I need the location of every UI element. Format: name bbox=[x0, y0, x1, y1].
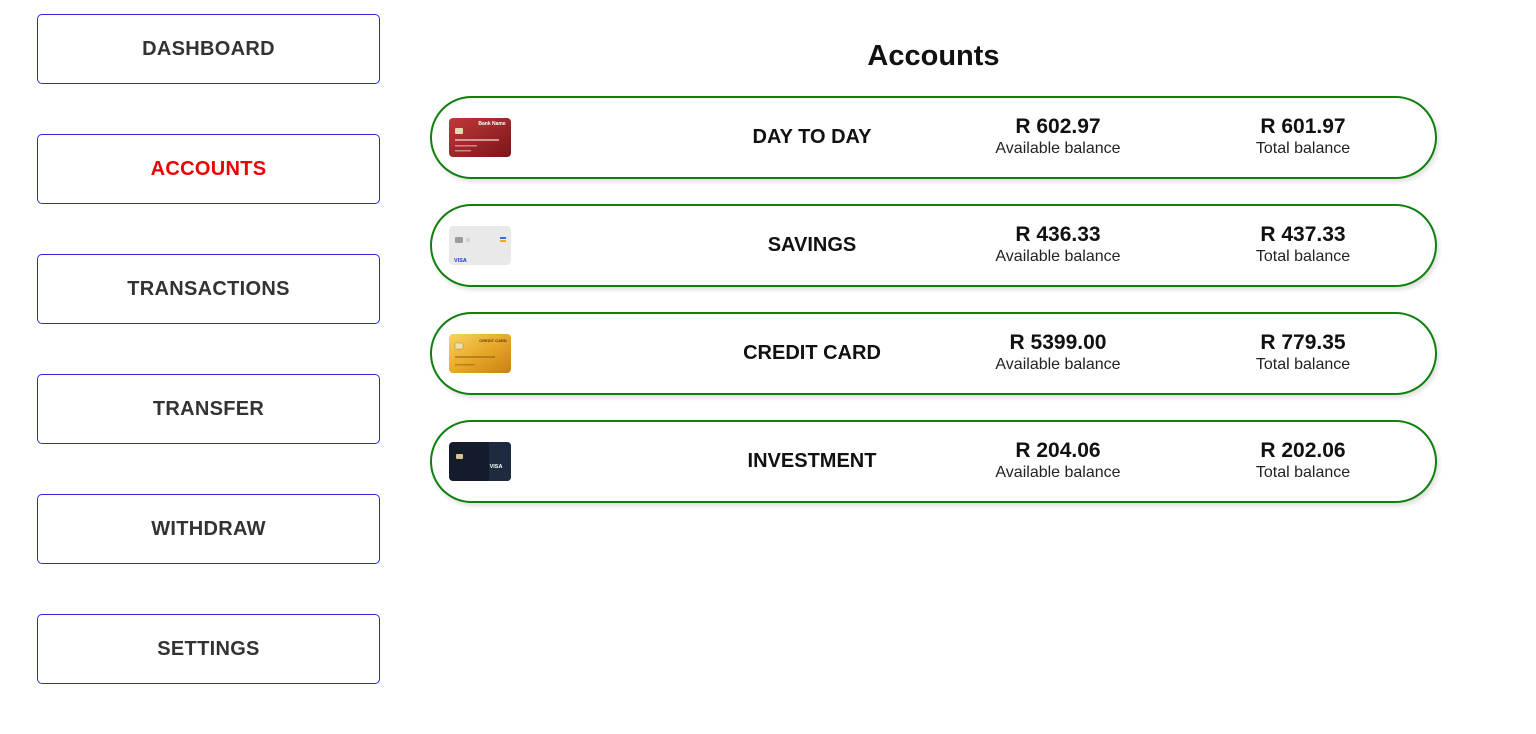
available-balance-label: Available balance bbox=[995, 464, 1121, 481]
account-row-credit-card[interactable]: CREDIT CARD CREDIT CARD R 5399.00 Availa… bbox=[430, 312, 1437, 395]
card-credit-text: CREDIT CARD bbox=[479, 338, 507, 343]
available-balance: R 5399.00 Available balance bbox=[968, 331, 1148, 375]
total-balance: R 601.97 Total balance bbox=[1213, 115, 1393, 159]
white-visa-card-icon: VISA bbox=[449, 226, 511, 265]
available-balance-amount: R 204.06 bbox=[1015, 439, 1101, 462]
withdraw-button[interactable]: WITHDRAW bbox=[37, 494, 380, 564]
sidebar-nav: DASHBOARD ACCOUNTS TRANSACTIONS TRANSFER… bbox=[37, 14, 380, 734]
total-balance: R 437.33 Total balance bbox=[1213, 223, 1393, 267]
account-row-investment[interactable]: VISA INVESTMENT R 204.06 Available balan… bbox=[430, 420, 1437, 503]
accounts-button[interactable]: ACCOUNTS bbox=[37, 134, 380, 204]
available-balance: R 204.06 Available balance bbox=[968, 439, 1148, 483]
account-name: DAY TO DAY bbox=[752, 126, 872, 148]
account-name: CREDIT CARD bbox=[743, 342, 881, 364]
red-card-icon: Bank Name bbox=[449, 118, 511, 157]
account-name: SAVINGS bbox=[767, 234, 857, 256]
total-balance-label: Total balance bbox=[1255, 248, 1351, 265]
available-balance-label: Available balance bbox=[995, 248, 1121, 265]
total-balance-label: Total balance bbox=[1255, 356, 1351, 373]
gold-card-icon: CREDIT CARD bbox=[449, 334, 511, 373]
card-visa-text: VISA bbox=[490, 464, 503, 470]
main-content: Accounts Bank Name DAY TO DAY R 602.97 A… bbox=[430, 0, 1437, 528]
card-bank-text: Bank Name bbox=[478, 121, 505, 127]
account-name: INVESTMENT bbox=[747, 450, 877, 472]
available-balance-amount: R 5399.00 bbox=[1009, 331, 1107, 354]
available-balance-label: Available balance bbox=[995, 140, 1121, 157]
available-balance-amount: R 436.33 bbox=[1015, 223, 1101, 246]
total-balance-label: Total balance bbox=[1255, 140, 1351, 157]
available-balance: R 436.33 Available balance bbox=[968, 223, 1148, 267]
total-balance-amount: R 779.35 bbox=[1260, 331, 1346, 354]
total-balance-amount: R 437.33 bbox=[1260, 223, 1346, 246]
available-balance-amount: R 602.97 bbox=[1015, 115, 1101, 138]
settings-button[interactable]: SETTINGS bbox=[37, 614, 380, 684]
available-balance: R 602.97 Available balance bbox=[968, 115, 1148, 159]
accounts-list: Bank Name DAY TO DAY R 602.97 Available … bbox=[430, 96, 1437, 503]
total-balance-label: Total balance bbox=[1255, 464, 1351, 481]
dark-visa-card-icon: VISA bbox=[449, 442, 511, 481]
account-row-day-to-day[interactable]: Bank Name DAY TO DAY R 602.97 Available … bbox=[430, 96, 1437, 179]
total-balance-amount: R 601.97 bbox=[1260, 115, 1346, 138]
available-balance-label: Available balance bbox=[995, 356, 1121, 373]
page-title: Accounts bbox=[867, 40, 1000, 72]
total-balance: R 779.35 Total balance bbox=[1213, 331, 1393, 375]
transactions-button[interactable]: TRANSACTIONS bbox=[37, 254, 380, 324]
total-balance-amount: R 202.06 bbox=[1260, 439, 1346, 462]
dashboard-button[interactable]: DASHBOARD bbox=[37, 14, 380, 84]
card-visa-text: VISA bbox=[454, 258, 467, 264]
account-row-savings[interactable]: VISA SAVINGS R 436.33 Available balance … bbox=[430, 204, 1437, 287]
total-balance: R 202.06 Total balance bbox=[1213, 439, 1393, 483]
transfer-button[interactable]: TRANSFER bbox=[37, 374, 380, 444]
